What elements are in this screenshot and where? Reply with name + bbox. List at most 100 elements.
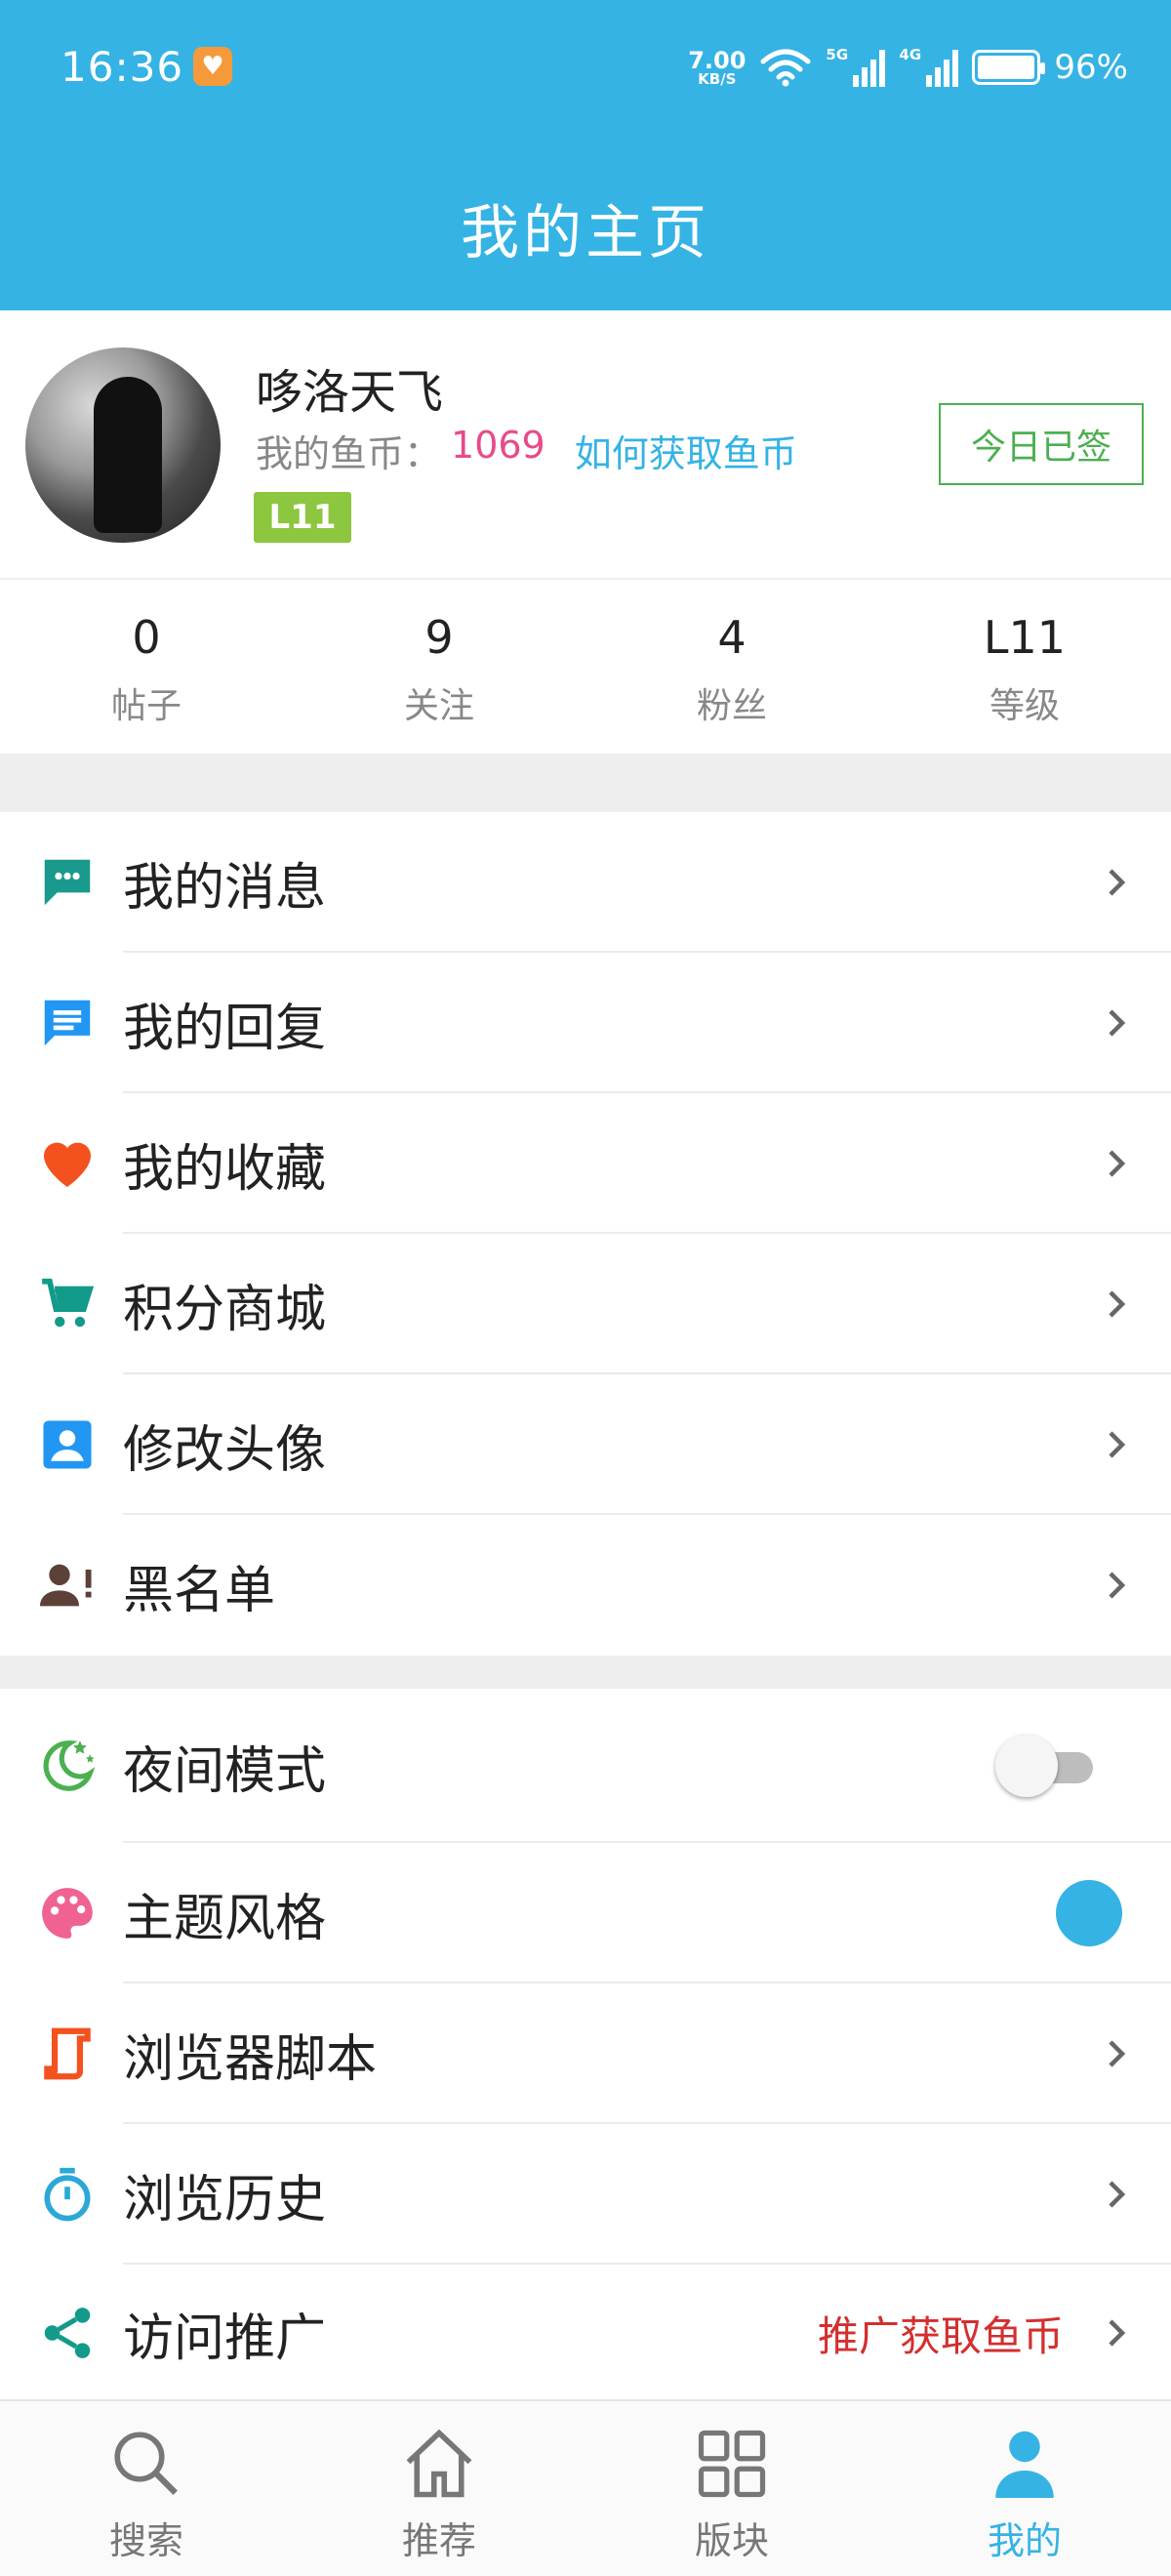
- menu-item-points-mall[interactable]: 积分商城: [0, 1234, 1171, 1374]
- menu-secondary: 夜间模式 主题风格 浏览器脚本 浏览历史 访问推广 推广获取鱼币: [0, 1689, 1171, 2401]
- checkin-button[interactable]: 今日已签: [939, 403, 1144, 485]
- stat-value: L11: [983, 611, 1067, 664]
- status-time: 16:36: [61, 43, 184, 91]
- signal-5g-tag: 5G: [826, 46, 849, 63]
- profile-stats: 0 帖子 9 关注 4 粉丝 L11 等级: [0, 578, 1171, 754]
- status-bar: 16:36 ♥ 7.00 KB/S 5G 4G 96%: [0, 0, 1171, 137]
- chevron-right-icon: [1109, 1290, 1126, 1318]
- nav-tab-sections[interactable]: 版块: [586, 2401, 878, 2576]
- app-header: 16:36 ♥ 7.00 KB/S 5G 4G 96% 我的主页: [0, 0, 1171, 310]
- stat-followers[interactable]: 4 粉丝: [586, 580, 878, 754]
- menu-item-browse-history[interactable]: 浏览历史: [0, 2124, 1171, 2265]
- wifi-icon: [760, 49, 811, 87]
- chevron-right-icon: [1109, 2181, 1126, 2208]
- stat-label: 粉丝: [696, 686, 767, 726]
- reply-message-icon: [35, 991, 100, 1055]
- chevron-right-icon: [1109, 1572, 1126, 1599]
- network-speed-unit: KB/S: [698, 69, 737, 88]
- how-to-get-coins-link[interactable]: 如何获取鱼币: [575, 424, 797, 477]
- stat-label: 帖子: [110, 686, 182, 726]
- menu-item-label: 积分商城: [123, 1280, 327, 1339]
- username: 哆洛天飞: [256, 365, 444, 420]
- menu-item-label: 我的消息: [123, 858, 327, 918]
- coins-value: 1069: [451, 424, 545, 467]
- chevron-right-icon: [1109, 1431, 1126, 1458]
- stat-label: 等级: [989, 686, 1060, 726]
- page-title: 我的主页: [461, 199, 710, 267]
- moon-icon: [35, 1734, 100, 1798]
- profile-card: 哆洛天飞 我的鱼币： 1069 如何获取鱼币 L11 今日已签: [0, 310, 1171, 578]
- nav-tab-search[interactable]: 搜索: [0, 2401, 293, 2576]
- menu-item-label: 修改头像: [123, 1420, 327, 1480]
- script-icon: [35, 2022, 100, 2086]
- stat-following[interactable]: 9 关注: [293, 580, 586, 754]
- share-icon: [35, 2301, 100, 2365]
- signal-4g-tag: 4G: [899, 46, 922, 63]
- chevron-right-icon: [1109, 2040, 1126, 2067]
- blocked-user-icon: [35, 1553, 100, 1617]
- signal-4g-icon: 4G: [899, 46, 959, 87]
- person-icon: [995, 2431, 1054, 2498]
- palette-icon: [35, 1881, 100, 1945]
- chevron-right-icon: [1109, 869, 1126, 896]
- nav-label: 搜索: [108, 2519, 183, 2562]
- coins-row: 我的鱼币： 1069 如何获取鱼币: [256, 424, 797, 477]
- grid-icon: [698, 2430, 766, 2498]
- app-notification-icon: ♥: [193, 47, 232, 86]
- bottom-navigation: 搜索 推荐 版块 我的: [0, 2399, 1171, 2576]
- menu-item-label: 浏览器脚本: [123, 2029, 378, 2089]
- contact-card-icon: [35, 1412, 100, 1477]
- nav-label: 推荐: [401, 2519, 476, 2562]
- home-icon: [406, 2429, 472, 2498]
- promotion-earn-coins-text: 推广获取鱼币: [817, 2311, 1064, 2360]
- menu-item-theme-style[interactable]: 主题风格: [0, 1843, 1171, 1983]
- menu-item-browser-script[interactable]: 浏览器脚本: [0, 1983, 1171, 2124]
- menu-item-my-replies[interactable]: 我的回复: [0, 953, 1171, 1093]
- chevron-right-icon: [1109, 1150, 1126, 1177]
- menu-item-label: 我的回复: [123, 999, 327, 1058]
- avatar[interactable]: [25, 348, 221, 543]
- network-speed: 7.00 KB/S: [688, 49, 746, 87]
- stat-value: 0: [132, 611, 161, 664]
- menu-item-label: 我的收藏: [123, 1139, 327, 1199]
- menu-item-night-mode[interactable]: 夜间模式: [0, 1689, 1171, 1843]
- stat-value: 4: [717, 611, 747, 664]
- menu-item-my-favorites[interactable]: 我的收藏: [0, 1093, 1171, 1234]
- search-icon: [114, 2432, 178, 2495]
- stat-label: 关注: [403, 686, 474, 726]
- stat-level[interactable]: L11 等级: [878, 580, 1171, 754]
- menu-item-blacklist[interactable]: 黑名单: [0, 1515, 1171, 1656]
- menu-item-label: 夜间模式: [123, 1741, 327, 1801]
- level-badge: L11: [254, 492, 351, 543]
- menu-item-label: 黑名单: [123, 1561, 276, 1620]
- menu-item-label: 主题风格: [123, 1889, 327, 1948]
- stopwatch-icon: [35, 2162, 100, 2227]
- shopping-cart-icon: [35, 1272, 100, 1336]
- section-divider: [0, 1656, 1171, 1689]
- chevron-right-icon: [1109, 2319, 1126, 2347]
- stat-value: 9: [424, 611, 454, 664]
- menu-item-visit-promotion[interactable]: 访问推广 推广获取鱼币: [0, 2265, 1171, 2401]
- menu-item-my-messages[interactable]: 我的消息: [0, 812, 1171, 953]
- signal-5g-icon: 5G: [826, 46, 886, 87]
- chat-bubble-icon: [35, 850, 100, 915]
- chevron-right-icon: [1109, 1009, 1126, 1037]
- nav-tab-mine[interactable]: 我的: [878, 2401, 1171, 2576]
- menu-primary: 我的消息 我的回复 我的收藏 积分商城 修改头像 黑名单: [0, 812, 1171, 1656]
- coins-label: 我的鱼币：: [256, 432, 442, 475]
- network-speed-value: 7.00: [688, 46, 747, 74]
- theme-color-swatch[interactable]: [1056, 1880, 1122, 1946]
- menu-item-label: 浏览历史: [123, 2170, 327, 2229]
- nav-label: 我的: [987, 2519, 1062, 2562]
- section-divider: [0, 754, 1171, 812]
- night-mode-toggle[interactable]: [995, 1735, 1103, 1797]
- nav-tab-recommend[interactable]: 推荐: [293, 2401, 586, 2576]
- battery-percent: 96%: [1054, 48, 1128, 87]
- menu-item-label: 访问推广: [123, 2309, 327, 2368]
- battery-icon: [972, 50, 1046, 85]
- heart-icon: [35, 1131, 100, 1196]
- status-indicators: 7.00 KB/S 5G 4G 96%: [688, 43, 1128, 92]
- stat-posts[interactable]: 0 帖子: [0, 580, 293, 754]
- menu-item-change-avatar[interactable]: 修改头像: [0, 1374, 1171, 1515]
- nav-label: 版块: [694, 2519, 769, 2562]
